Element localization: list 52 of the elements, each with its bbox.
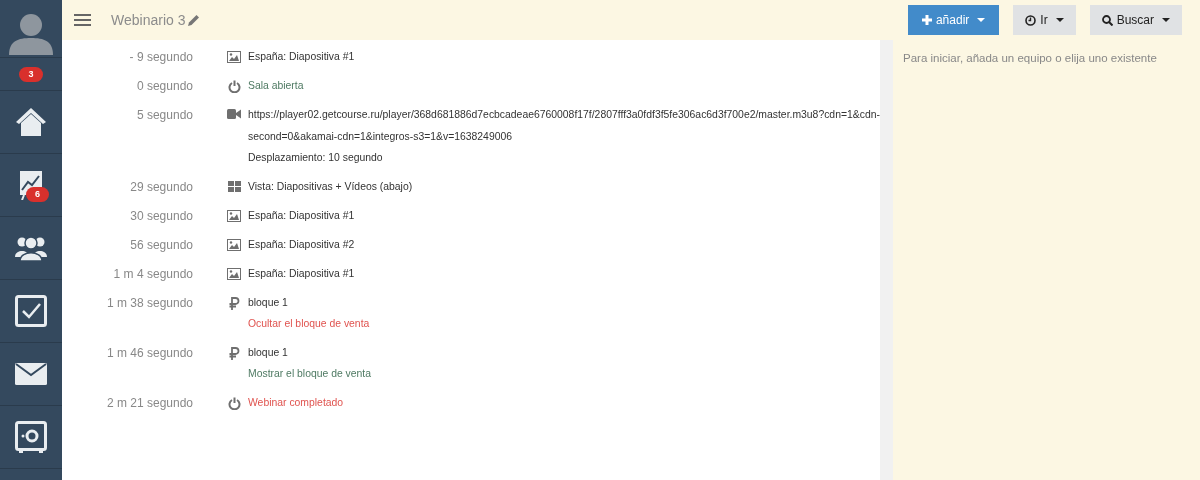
event-text: Mostrar el bloque de venta [248,367,372,381]
dropdown-button[interactable]: Buscar [1089,5,1182,35]
event-text: bloque 1 [248,295,288,310]
grid-icon [227,180,241,192]
event-text: bloque 1 [248,345,288,360]
event-time: 1 m 4 segundo [112,265,193,283]
count-badge: 3 [19,66,43,82]
count-badge: 6 [26,187,49,202]
ruble-icon [228,346,240,360]
clock-icon [1025,14,1037,26]
image-icon [227,209,241,222]
safe-icon[interactable] [15,421,47,453]
plus-icon [921,15,932,25]
video-camera-icon [227,109,241,119]
event-text: España: Diapositiva #1 [248,208,355,223]
panel-hint: Para iniciar, añada un equipo o elija uno existente [903,52,1157,64]
event-time: 56 segundo [129,236,193,254]
event-text: España: Diapositiva #1 [248,266,355,281]
event-text: Sala abierta [248,79,304,93]
event-text: https://player02.getcourse.ru/player/368d681886d7ecbcadeae6760008f17f/2807fff3a0fdf3f5fe306ac6d3f700e2/master.m3u8?cdn=1&cdn-second=0&akamai-cdn=1&integros-s3=1&v=1638249006 [248,108,880,144]
event-time: 30 segundo [129,207,193,225]
power-icon [227,396,241,410]
image-icon [227,267,241,280]
event-text: Webinar completado [248,395,344,410]
event-time: 29 segundo [129,178,193,196]
image-icon [227,51,241,63]
event-text: Desplazamiento: 10 segundo [248,151,383,165]
ruble-icon [228,296,240,310]
event-text: Vista: Diapositivas + Vídeos (abajo) [248,179,413,194]
menu-icon[interactable] [74,14,91,26]
event-time: 1 m 46 segundo [105,344,193,362]
people-icon[interactable] [15,235,47,261]
dropdown-button[interactable]: añadir [907,5,1000,35]
event-time: 2 m 21 segundo [105,394,193,412]
scrollbar[interactable] [880,40,893,480]
avatar-icon [8,11,54,55]
event-text: España: Diapositiva #2 [248,237,355,252]
event-time: - 9 segundo [128,49,193,66]
event-time: 1 m 38 segundo [105,294,193,312]
checkbox-icon[interactable] [15,295,47,327]
pencil-icon[interactable] [188,14,201,26]
image-icon [227,238,241,251]
event-time: 0 segundo [135,78,193,95]
event-time: 5 segundo [135,107,193,124]
page-title: Webinario 3 [111,12,186,28]
event-text: España: Diapositiva #1 [248,50,355,64]
power-icon [227,80,241,93]
search-icon [1101,14,1113,26]
mail-icon[interactable] [15,363,47,385]
home-icon[interactable] [15,107,47,137]
dropdown-button[interactable]: Ir [1013,5,1076,35]
event-text: Ocultar el bloque de venta [248,317,370,331]
